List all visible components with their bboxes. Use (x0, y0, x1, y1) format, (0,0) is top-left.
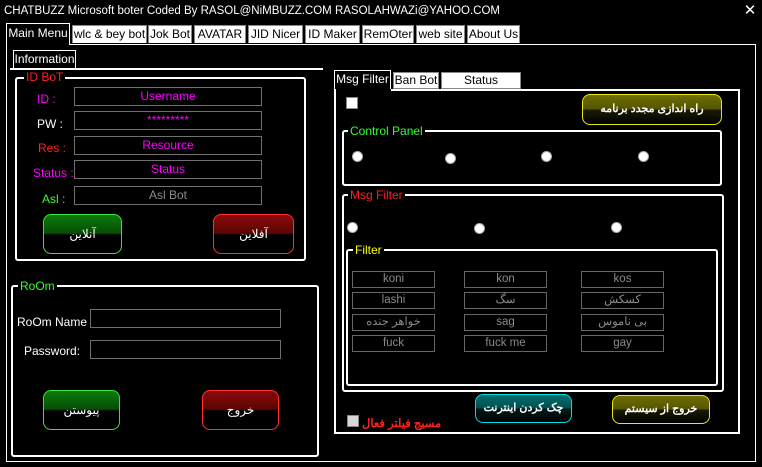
res-label: Res : (38, 141, 67, 155)
control-radio-1[interactable] (352, 151, 363, 162)
msg-filter-label: Msg Filter (348, 188, 405, 202)
filter-word[interactable]: kon (464, 271, 547, 288)
filter-radio-3[interactable] (611, 222, 622, 233)
tab-about-us[interactable]: About Us (467, 25, 520, 43)
tab-web-site[interactable]: web site (416, 25, 465, 43)
control-radio-4[interactable] (638, 151, 649, 162)
control-panel-label: Control Panel (348, 124, 425, 138)
exit-system-button[interactable]: خروج از سیستم (612, 395, 710, 424)
tab-jid-nicer[interactable]: JID Nicer (248, 25, 303, 43)
status-field[interactable]: Status (74, 160, 262, 179)
status-label: Status : (33, 166, 74, 180)
control-radio-3[interactable] (541, 151, 552, 162)
window-title: CHATBUZZ Microsoft boter Coded By RASOL@… (4, 5, 500, 17)
tab-msg-filter[interactable]: Msg Filter (334, 70, 391, 89)
pw-label: PW : (37, 117, 63, 131)
filter-word[interactable]: koni (352, 271, 435, 288)
join-button[interactable]: پیوستن (43, 390, 120, 430)
tab-information[interactable]: Information (13, 50, 76, 69)
offline-button[interactable]: آفلاین (213, 214, 294, 254)
room-name-label: RoOm Name : (17, 315, 94, 329)
filter-word[interactable]: gay (581, 335, 664, 352)
filter-word[interactable]: بی ناموس (581, 314, 664, 331)
filter-word[interactable]: سگ (464, 292, 547, 309)
title-bar: CHATBUZZ Microsoft boter Coded By RASOL@… (0, 0, 762, 24)
exit-room-button[interactable]: خروج (202, 390, 279, 430)
filter-word[interactable]: خواهر جنده (352, 314, 435, 331)
filter-word[interactable]: fuck (352, 335, 435, 352)
tab-ban-bot[interactable]: Ban Bot (393, 72, 439, 89)
close-icon[interactable]: ✕ (741, 2, 759, 20)
username-field[interactable]: Username (74, 87, 262, 106)
filter-word[interactable]: lashi (352, 292, 435, 309)
top-checkbox[interactable] (346, 97, 358, 109)
filter-word[interactable]: کسکش (581, 292, 664, 309)
tab-status-changer[interactable]: Status changer (441, 72, 521, 102)
online-button[interactable]: آنلاین (43, 214, 122, 254)
control-panel-group (342, 130, 722, 186)
resource-field[interactable]: Resource (74, 136, 262, 155)
msg-filter-active-checkbox[interactable] (347, 415, 359, 427)
control-radio-2[interactable] (445, 153, 456, 164)
room-label: RoOm (18, 279, 57, 293)
tab-avatar[interactable]: AVATAR (194, 25, 246, 43)
id-label: ID : (37, 92, 56, 106)
filter-word[interactable]: kos (581, 271, 664, 288)
msg-filter-pane-top (391, 89, 740, 91)
tab-jok-bot[interactable]: Jok Bot (148, 25, 192, 43)
room-name-input[interactable] (90, 309, 281, 328)
asl-label: Asl : (42, 192, 66, 206)
tab-remoter[interactable]: RemOter (362, 25, 414, 43)
room-password-input[interactable] (90, 340, 281, 359)
asl-field[interactable]: Asl Bot (74, 186, 262, 205)
check-internet-button[interactable]: چک کردن اینترنت (475, 394, 572, 423)
tab-main-menu[interactable]: Main Menu (6, 23, 70, 45)
filter-radio-1[interactable] (347, 222, 358, 233)
tab-id-maker[interactable]: ID Maker (305, 25, 360, 43)
msg-filter-active-label: مسیج فیلتر فعال (362, 418, 442, 430)
restart-program-button[interactable]: راه اندازی مجدد برنامه (582, 94, 722, 125)
tab-wlc-bey-bot[interactable]: wlc & bey bot (72, 25, 147, 43)
filter-label: Filter (353, 243, 384, 257)
idbot-label: ID BoT (24, 70, 66, 84)
password-field[interactable]: ********* (74, 111, 262, 130)
filter-word[interactable]: sag (464, 314, 547, 331)
filter-word[interactable]: fuck me (464, 335, 547, 352)
filter-radio-2[interactable] (474, 223, 485, 234)
room-password-label: Password: (24, 344, 81, 358)
